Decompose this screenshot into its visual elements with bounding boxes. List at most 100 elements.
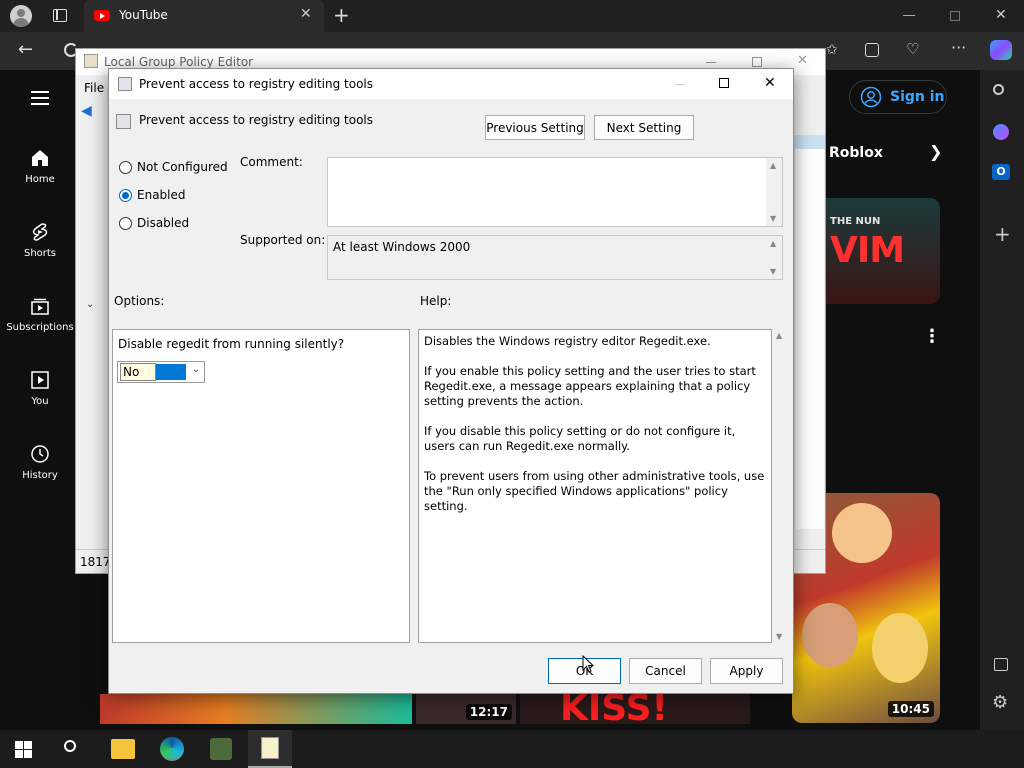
search-icon[interactable]: [993, 84, 1004, 95]
chevron-down-icon: ⌄: [191, 364, 200, 375]
apply-button[interactable]: Apply: [710, 658, 783, 684]
gpe-menu-file[interactable]: File: [84, 81, 104, 95]
sidebar-item-history[interactable]: History: [0, 444, 80, 481]
video-duration: 10:45: [887, 701, 934, 717]
gpe-close-icon[interactable]: ✕: [797, 53, 808, 68]
dialog-maximize-icon[interactable]: [719, 78, 729, 88]
back-arrow-icon[interactable]: ←: [18, 39, 33, 60]
comment-textarea[interactable]: ▲ ▼: [327, 157, 783, 227]
profile-avatar[interactable]: [10, 5, 32, 27]
next-setting-button[interactable]: Next Setting: [594, 115, 694, 140]
video-duration: 12:17: [465, 704, 512, 720]
option-dropdown-value: No: [120, 363, 156, 381]
file-explorer-icon[interactable]: [111, 739, 135, 759]
sign-in-label: Sign in: [890, 89, 945, 105]
history-icon: [31, 445, 49, 463]
video-more-icon[interactable]: ⋮: [923, 326, 941, 347]
dialog-minimize-icon[interactable]: [675, 84, 685, 85]
thumbnail-text: VIM: [830, 230, 905, 271]
help-paragraph: To prevent users from using other admini…: [424, 469, 765, 513]
sidebar-item-label: Shorts: [23, 248, 57, 259]
sidebar-item-label: History: [22, 470, 58, 481]
windows-taskbar: [0, 730, 1024, 768]
radio-enabled[interactable]: Enabled: [119, 188, 186, 202]
performance-heart-icon[interactable]: ♡: [906, 40, 919, 58]
hamburger-menu-icon[interactable]: [31, 91, 49, 105]
video-thumbnail-bottom-left[interactable]: [100, 694, 412, 724]
mouse-cursor-icon: [582, 655, 594, 673]
supported-scrollbar[interactable]: ▲ ▼: [766, 236, 782, 279]
video-thumbnail-bottom-mid[interactable]: 12:17: [416, 694, 516, 724]
edge-sidebar: O + ⚙: [980, 70, 1024, 730]
restore-icon[interactable]: [950, 11, 960, 21]
more-options-icon[interactable]: ···: [951, 38, 966, 57]
active-app-indicator: [248, 730, 292, 768]
gpe-right-panel: [794, 135, 825, 529]
radio-not-configured[interactable]: Not Configured: [119, 160, 228, 174]
collections-icon[interactable]: [865, 43, 879, 57]
radio-label: Disabled: [137, 216, 190, 230]
video-thumbnail-bottom-right[interactable]: KISS!: [520, 694, 750, 724]
help-paragraph: If you enable this policy setting and th…: [424, 364, 756, 408]
gpe-back-arrow-icon[interactable]: ◀: [81, 103, 92, 119]
add-sidebar-app-icon[interactable]: +: [994, 222, 1011, 246]
sidebar-item-label: Home: [25, 174, 55, 185]
help-panel: Disables the Windows registry editor Reg…: [418, 329, 772, 643]
video-thumbnail-nun[interactable]: THE NUN VIM: [826, 198, 940, 304]
supported-on-value: At least Windows 2000: [333, 240, 471, 254]
sidebar-item-shorts[interactable]: Shorts: [0, 222, 80, 259]
dialog-titlebar: Prevent access to registry editing tools…: [109, 69, 793, 99]
sidebar-item-home[interactable]: Home: [0, 148, 80, 185]
youtube-sidebar: Home Shorts Subscriptions You History: [0, 70, 80, 730]
shorts-icon: [32, 223, 48, 241]
copilot-sidebar-icon[interactable]: [993, 124, 1009, 140]
new-tab-icon[interactable]: +: [333, 3, 350, 27]
radio-label: Enabled: [137, 188, 186, 202]
sign-in-button[interactable]: Sign in: [849, 80, 947, 114]
windows-start-icon[interactable]: [15, 741, 32, 758]
close-window-icon[interactable]: ✕: [995, 7, 1007, 23]
copilot-icon[interactable]: [990, 40, 1012, 60]
gpe-maximize-icon[interactable]: [752, 57, 762, 67]
tab-actions-icon[interactable]: [53, 9, 67, 22]
radio-label: Not Configured: [137, 160, 228, 174]
dialog-title: Prevent access to registry editing tools: [139, 77, 373, 91]
cancel-button[interactable]: Cancel: [629, 658, 702, 684]
browser-tab-bar: YouTube ✕ + ✕: [0, 0, 1024, 32]
app-icon-flowers[interactable]: [210, 738, 232, 760]
comment-scrollbar[interactable]: ▲ ▼: [766, 158, 782, 226]
chip-roblox[interactable]: Roblox: [829, 145, 883, 161]
dialog-close-icon[interactable]: ✕: [764, 75, 776, 91]
browser-tab-youtube[interactable]: YouTube ✕: [84, 0, 324, 32]
account-icon: [860, 86, 882, 108]
sidebar-item-you[interactable]: You: [0, 370, 80, 407]
help-scrollbar[interactable]: ▲ ▼: [772, 329, 788, 643]
help-paragraph: Disables the Windows registry editor Reg…: [424, 334, 711, 348]
settings-gear-icon[interactable]: ⚙: [992, 692, 1008, 713]
youtube-favicon-icon: [94, 10, 110, 21]
help-paragraph: If you disable this policy setting or do…: [424, 424, 736, 453]
edge-browser-icon[interactable]: [160, 737, 184, 761]
favorites-icon[interactable]: ✩: [826, 42, 838, 58]
minimize-icon[interactable]: [903, 15, 915, 16]
taskbar-search-icon[interactable]: [64, 740, 76, 752]
option-question: Disable regedit from running silently?: [118, 337, 345, 351]
comment-label: Comment:: [240, 155, 303, 169]
home-icon: [32, 150, 48, 166]
supported-on-field: At least Windows 2000 ▲ ▼: [327, 235, 783, 280]
outlook-icon[interactable]: O: [992, 164, 1010, 180]
gpe-minimize-icon[interactable]: [706, 62, 716, 63]
gpe-expand-chevron-icon[interactable]: ⌄: [86, 299, 94, 310]
setting-icon: [116, 114, 131, 129]
split-screen-icon[interactable]: [994, 658, 1008, 671]
chips-next-icon[interactable]: ❯: [929, 142, 942, 161]
option-dropdown[interactable]: No ⌄: [117, 361, 205, 383]
thumbnail-text: KISS!: [560, 694, 668, 724]
previous-setting-button[interactable]: Previous Setting: [485, 115, 585, 140]
radio-disabled[interactable]: Disabled: [119, 216, 189, 230]
help-label: Help:: [420, 294, 452, 308]
sidebar-item-subscriptions[interactable]: Subscriptions: [0, 296, 80, 333]
radio-dot: [119, 188, 132, 202]
supported-on-label: Supported on:: [240, 233, 326, 247]
close-tab-icon[interactable]: ✕: [300, 6, 312, 22]
